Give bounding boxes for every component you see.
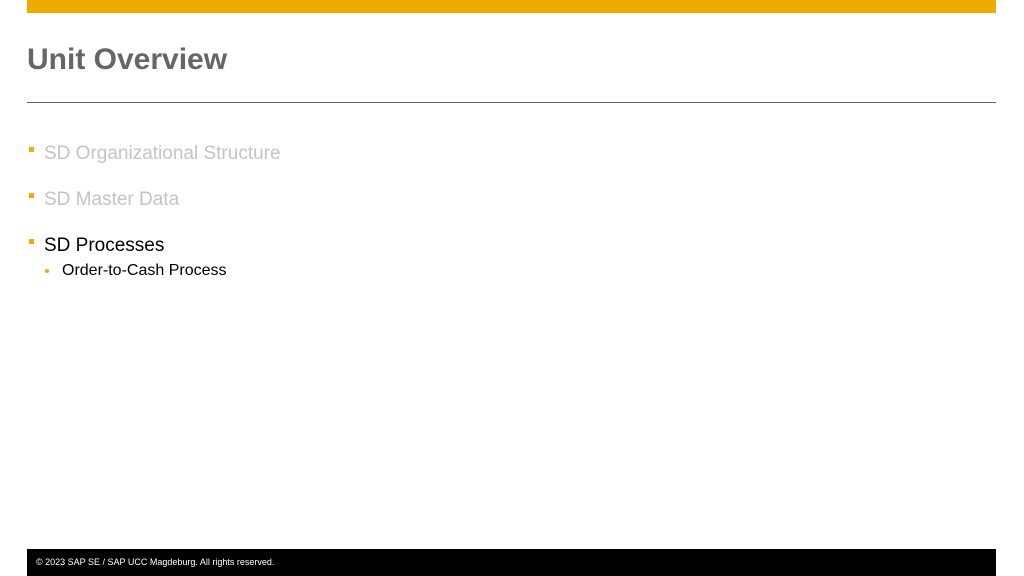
agenda-subitem-order-to-cash: Order-to-Cash Process [44, 260, 927, 282]
footer-bar: © 2023 SAP SE / SAP UCC Magdeburg. All r… [27, 549, 996, 576]
round-bullet-icon [45, 269, 49, 273]
copyright-text: © 2023 SAP SE / SAP UCC Magdeburg. All r… [36, 557, 275, 567]
agenda-item-label: SD Processes [44, 235, 165, 256]
agenda-sublist: Order-to-Cash Process [44, 260, 927, 282]
agenda-subitem-label: Order-to-Cash Process [62, 262, 227, 279]
agenda-item-organizational-structure: SD Organizational Structure [27, 140, 927, 168]
agenda-item-label: SD Organizational Structure [44, 143, 281, 164]
agenda-list: SD Organizational Structure SD Master Da… [27, 140, 927, 282]
square-bullet-icon [29, 239, 34, 244]
slide-title: Unit Overview [27, 43, 228, 76]
title-divider [27, 102, 996, 103]
agenda-item-label: SD Master Data [44, 189, 180, 210]
agenda-item-master-data: SD Master Data [27, 186, 927, 214]
square-bullet-icon [29, 193, 34, 198]
top-accent-bar [27, 0, 996, 13]
square-bullet-icon [29, 147, 34, 152]
agenda-item-processes: SD Processes Order-to-Cash Process [27, 232, 927, 282]
